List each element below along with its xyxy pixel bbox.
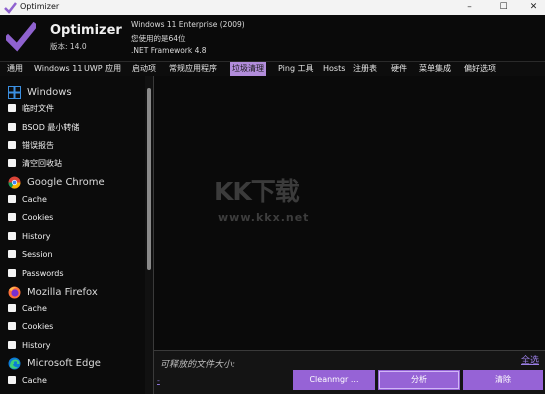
optimizer-logo-icon (6, 22, 36, 52)
framework-info: .NET Framework 4.8 (131, 46, 207, 55)
firefox-icon (8, 286, 21, 298)
tab-uwp[interactable]: UWP 应用 (82, 62, 123, 76)
option-chrome-history[interactable]: History (8, 229, 50, 243)
select-all-link[interactable]: 全选 (521, 353, 539, 366)
section-label-windows: Windows (27, 86, 72, 98)
close-button[interactable]: ✕ (516, 0, 545, 15)
cleanmgr-button[interactable]: Cleanmgr ... (293, 370, 375, 390)
checkbox[interactable] (8, 123, 16, 131)
clean-button[interactable]: 清除 (463, 370, 543, 390)
checkbox[interactable] (8, 304, 16, 312)
windows-logo-icon (8, 85, 21, 99)
checkbox[interactable] (8, 250, 16, 258)
option-chrome-cookies[interactable]: Cookies (8, 210, 53, 224)
checkbox[interactable] (8, 141, 16, 149)
section-label-edge: Microsoft Edge (27, 357, 101, 369)
option-temp-files[interactable]: 临时文件 (8, 101, 54, 115)
option-firefox-cookies[interactable]: Cookies (8, 319, 53, 333)
checkbox[interactable] (8, 341, 16, 349)
app-name: Optimizer (50, 23, 122, 38)
menu-bar: 通用 Windows 11 UWP 应用 启动项 常规应用程序 垃圾清理 Pin… (0, 61, 545, 77)
checkbox[interactable] (8, 195, 16, 203)
tab-preferences[interactable]: 偏好选项 (462, 62, 498, 76)
os-info: Windows 11 Enterprise (2009) (131, 20, 245, 29)
tab-apps[interactable]: 常规应用程序 (167, 62, 219, 76)
option-chrome-cache[interactable]: Cache (8, 192, 47, 206)
tab-cleaner[interactable]: 垃圾清理 (230, 62, 266, 76)
sidebar-scroll-thumb[interactable] (147, 88, 151, 270)
edge-icon (8, 357, 21, 369)
checkbox[interactable] (8, 232, 16, 240)
section-firefox: Mozilla Firefox (8, 284, 98, 300)
freeable-size-value: - (157, 376, 160, 385)
tab-registry[interactable]: 注册表 (351, 62, 379, 76)
app-version: 版本: 14.0 (50, 42, 87, 51)
minimize-button[interactable]: – (452, 0, 487, 15)
tab-startup[interactable]: 启动项 (130, 62, 158, 76)
freeable-size-label: 可释放的文件大小: (160, 360, 236, 370)
checkbox[interactable] (8, 213, 16, 221)
option-firefox-history[interactable]: History (8, 338, 50, 352)
tab-hardware[interactable]: 硬件 (389, 62, 409, 76)
output-area (154, 76, 545, 350)
section-label-firefox: Mozilla Firefox (27, 286, 98, 298)
section-edge: Microsoft Edge (8, 355, 101, 371)
checkbox[interactable] (8, 104, 16, 112)
tab-windows11[interactable]: Windows 11 (32, 62, 84, 76)
option-firefox-cache[interactable]: Cache (8, 301, 47, 315)
option-bsod-minidump[interactable]: BSOD 最小转储 (8, 120, 79, 134)
option-error-reports[interactable]: 错误报告 (8, 138, 54, 152)
checkbox[interactable] (8, 376, 16, 384)
analyze-button[interactable]: 分析 (378, 370, 460, 390)
watermark-logo: KK下载 (214, 177, 300, 206)
watermark-url: www.kkx.net (218, 211, 310, 224)
cleaner-options-panel: Windows 临时文件 BSOD 最小转储 错误报告 清空回收站 Google… (0, 76, 145, 394)
option-edge-cache[interactable]: Cache (8, 373, 47, 387)
tab-ping[interactable]: Ping 工具 (276, 62, 316, 76)
checkbox[interactable] (8, 159, 16, 167)
window-title: Optimizer (20, 2, 60, 11)
option-empty-recycle-bin[interactable]: 清空回收站 (8, 156, 62, 170)
option-chrome-passwords[interactable]: Passwords (8, 266, 64, 280)
chrome-icon (8, 176, 21, 189)
section-chrome: Google Chrome (8, 174, 105, 190)
arch-info: 您使用的是64位 (131, 34, 186, 43)
app-header (0, 15, 545, 61)
section-windows: Windows (8, 84, 72, 100)
tab-menu-integration[interactable]: 菜单集成 (417, 62, 453, 76)
checkbox[interactable] (8, 269, 16, 277)
title-bar: Optimizer – ☐ ✕ (0, 0, 545, 15)
section-label-chrome: Google Chrome (27, 176, 105, 188)
app-check-icon (4, 2, 17, 14)
tab-general[interactable]: 通用 (5, 62, 25, 76)
checkbox[interactable] (8, 322, 16, 330)
option-chrome-session[interactable]: Session (8, 247, 53, 261)
tab-hosts[interactable]: Hosts (321, 62, 347, 76)
